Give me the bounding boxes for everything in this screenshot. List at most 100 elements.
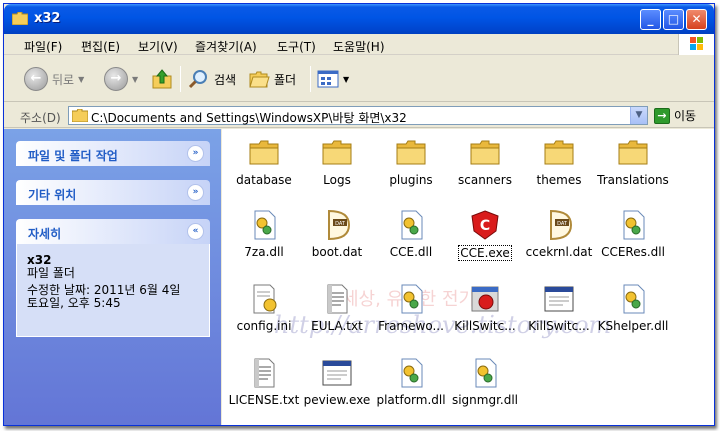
file-item[interactable]: plugins <box>369 137 453 187</box>
file-label: CCE.exe <box>458 245 512 261</box>
minimize-button[interactable]: _ <box>640 9 661 30</box>
dll-icon <box>395 357 427 389</box>
file-label: ccekrnl.dat <box>525 245 593 259</box>
up-folder-button[interactable] <box>151 63 173 95</box>
other-places-pane: 기타 위치 » <box>16 180 210 205</box>
window-title: x32 <box>34 11 61 26</box>
maximize-button[interactable]: □ <box>663 9 684 30</box>
file-item[interactable]: CCERes.dll <box>591 209 675 259</box>
file-item[interactable]: C CCE.exe <box>443 209 527 261</box>
forward-arrow-icon: → <box>104 67 128 91</box>
dll-icon <box>617 209 649 241</box>
file-label: CCERes.dll <box>601 245 665 259</box>
file-item[interactable]: database <box>222 137 306 187</box>
menu-bar: 파일(F) 편집(E) 보기(V) 즐겨찾기(A) 도구(T) 도움말(H) <box>4 34 714 55</box>
back-button[interactable]: ← 뒤로 ▼ <box>24 63 84 95</box>
expand-chevron-icon[interactable]: » <box>187 184 204 201</box>
folder-icon <box>395 137 427 169</box>
toolbar: ← 뒤로 ▼ → ▼ 검색 폴더 ▼ <box>4 56 714 102</box>
detail-name: x32 <box>27 253 52 267</box>
views-button[interactable]: ▼ <box>317 63 349 95</box>
dat-icon: DAT <box>543 209 575 241</box>
address-path: C:\Documents and Settings\WindowsXP\바탕 화… <box>91 111 407 125</box>
ini-icon <box>248 283 280 315</box>
menu-favorites[interactable]: 즐겨찾기(A) <box>195 38 257 55</box>
file-label: boot.dat <box>311 245 363 259</box>
file-label: plugins <box>389 173 433 187</box>
dll-icon <box>395 283 427 315</box>
folder-icon <box>72 109 88 122</box>
expand-chevron-icon[interactable]: » <box>187 145 204 162</box>
file-item[interactable]: KillSwitc... <box>443 283 527 333</box>
pane-header[interactable]: 자세히 « <box>16 219 210 244</box>
menu-edit[interactable]: 편집(E) <box>81 38 120 55</box>
svg-text:DAT: DAT <box>335 221 346 227</box>
file-label: platform.dll <box>376 393 446 407</box>
file-item[interactable]: signmgr.dll <box>443 357 527 407</box>
killswitch-icon <box>469 283 501 315</box>
svg-text:DAT: DAT <box>557 221 568 227</box>
folder-icon <box>469 137 501 169</box>
folders-button[interactable]: 폴더 <box>248 63 296 95</box>
close-button[interactable]: ✕ <box>686 9 707 30</box>
title-bar[interactable]: x32 _ □ ✕ <box>4 4 714 34</box>
file-item[interactable]: DAT ccekrnl.dat <box>517 209 601 259</box>
go-button[interactable]: → 이동 <box>654 107 696 124</box>
menu-file[interactable]: 파일(F) <box>24 38 62 55</box>
file-item[interactable]: 7za.dll <box>222 209 306 259</box>
file-item[interactable]: KShelper.dll <box>591 283 675 333</box>
file-item[interactable]: DAT boot.dat <box>295 209 379 259</box>
comodo-icon: C <box>469 209 501 241</box>
file-item[interactable]: platform.dll <box>369 357 453 407</box>
file-item[interactable]: Translations <box>591 137 675 187</box>
pane-header[interactable]: 기타 위치 » <box>16 180 210 205</box>
file-label: database <box>236 173 292 187</box>
file-item[interactable]: Logs <box>295 137 379 187</box>
forward-button[interactable]: → ▼ <box>104 63 138 95</box>
file-item[interactable]: EULA.txt <box>295 283 379 333</box>
folder-icon <box>321 137 353 169</box>
address-label: 주소(D) <box>20 111 61 125</box>
file-label: signmgr.dll <box>451 393 519 407</box>
menu-tools[interactable]: 도구(T) <box>277 38 316 55</box>
details-body: x32 파일 폴더 수정한 날짜: 2011년 6월 4일 토요일, 오후 5:… <box>16 244 210 337</box>
folder-icon <box>543 137 575 169</box>
file-item[interactable]: Framewo... <box>369 283 453 333</box>
collapse-chevron-icon[interactable]: « <box>187 223 204 240</box>
file-item[interactable]: scanners <box>443 137 527 187</box>
menu-view[interactable]: 보기(V) <box>138 38 178 55</box>
file-item[interactable]: themes <box>517 137 601 187</box>
file-list-view[interactable]: 세상, 유쾌한 전기 http://arreshove.tistory.com … <box>222 129 714 425</box>
file-label: Framewo... <box>378 319 444 333</box>
file-label: KillSwitc... <box>454 319 516 333</box>
file-item[interactable]: CCE.dll <box>369 209 453 259</box>
file-item[interactable]: KillSwitc... <box>517 283 601 333</box>
folder-icon <box>12 12 28 25</box>
file-label: KShelper.dll <box>597 319 669 333</box>
file-label: peview.exe <box>303 393 371 407</box>
file-item[interactable]: peview.exe <box>295 357 379 407</box>
toolbar-separator <box>310 66 311 92</box>
folder-icon <box>248 137 280 169</box>
go-arrow-icon: → <box>654 107 670 124</box>
pane-header[interactable]: 파일 및 폴더 작업 » <box>16 141 210 166</box>
search-button[interactable]: 검색 <box>188 63 236 95</box>
file-item[interactable]: config.ini <box>222 283 306 333</box>
menu-help[interactable]: 도움말(H) <box>333 38 385 55</box>
file-folder-tasks-pane: 파일 및 폴더 작업 » <box>16 141 210 166</box>
explorer-window: x32 _ □ ✕ 파일(F) 편집(E) 보기(V) 즐겨찾기(A) 도구(T… <box>3 3 715 426</box>
exe-window-icon <box>321 357 353 389</box>
file-label: config.ini <box>236 319 292 333</box>
file-label: EULA.txt <box>311 319 363 333</box>
address-dropdown-button[interactable]: ▼ <box>630 107 647 124</box>
chevron-down-icon: ▼ <box>132 74 139 84</box>
file-item[interactable]: LICENSE.txt <box>222 357 306 407</box>
file-label: CCE.dll <box>389 245 433 259</box>
svg-text:C: C <box>480 218 490 234</box>
folders-icon <box>249 71 270 88</box>
windows-logo <box>678 34 714 55</box>
address-input[interactable]: C:\Documents and Settings\WindowsXP\바탕 화… <box>68 106 648 125</box>
exe-window-icon <box>543 283 575 315</box>
file-label: LICENSE.txt <box>228 393 300 407</box>
file-label: themes <box>536 173 582 187</box>
